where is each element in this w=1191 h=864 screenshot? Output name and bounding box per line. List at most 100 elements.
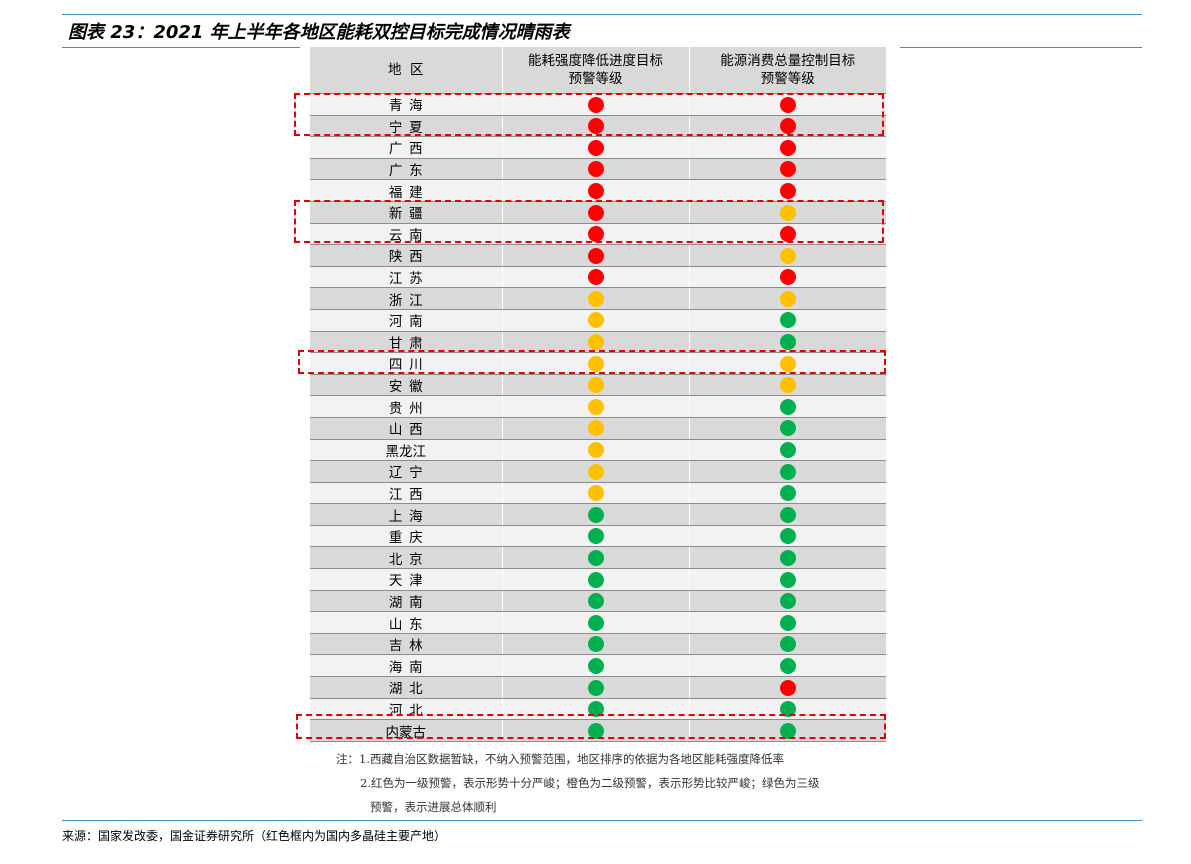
region-name: 安徽 <box>388 379 430 396</box>
warning-dot-orange <box>587 463 604 480</box>
warning-dot-orange <box>587 442 604 459</box>
warning-dot-orange <box>779 377 796 394</box>
warning-dot-orange <box>587 312 604 329</box>
intensity-level-cell <box>501 568 689 591</box>
region-name: 黑龙江 <box>385 443 427 460</box>
intensity-level-cell <box>501 244 689 267</box>
source-footer: 来源：国家发改委，国金证券研究所（红色框内为国内多晶硅主要产地） <box>62 820 1142 844</box>
warning-dot-green <box>779 506 796 523</box>
figure: 地 区 能耗强度降低进度目标 预警等级 能源消费总量控制目标 预警等级 青海 宁夏… <box>300 47 900 817</box>
region-name: 广东 <box>388 163 430 180</box>
table-row: 陕西 <box>310 244 886 267</box>
total-level-cell <box>688 525 886 548</box>
region-cell: 辽宁 <box>310 460 502 483</box>
total-level-cell <box>688 482 886 505</box>
warning-dot-green <box>587 528 604 545</box>
region-cell: 山西 <box>310 417 502 440</box>
warning-dot-red <box>779 269 796 286</box>
region-cell: 贵州 <box>310 395 502 418</box>
warning-dot-green <box>587 657 604 674</box>
total-level-cell <box>688 374 886 397</box>
table-row: 山东 <box>310 611 886 634</box>
warning-dot-green <box>587 614 604 631</box>
total-level-cell <box>688 503 886 526</box>
warning-dot-green <box>779 420 796 437</box>
intensity-level-cell <box>501 266 689 289</box>
table-wrapper: 地 区 能耗强度降低进度目标 预警等级 能源消费总量控制目标 预警等级 青海 宁夏… <box>310 47 886 742</box>
table-header-row: 地 区 能耗强度降低进度目标 预警等级 能源消费总量控制目标 预警等级 <box>310 47 886 94</box>
region-cell: 河南 <box>310 309 502 332</box>
region-cell: 浙江 <box>310 287 502 310</box>
total-level-cell <box>688 546 886 570</box>
note-line-2: 2.红色为一级预警，表示形势十分严峻；橙色为二级预警，表示形势比较严峻；绿色为三… <box>360 776 820 790</box>
table-row: 湖北 <box>310 676 886 699</box>
table-row: 吉林 <box>310 633 886 656</box>
total-level-cell <box>688 460 886 483</box>
warning-dot-red <box>779 679 796 696</box>
warning-dot-green <box>779 636 796 653</box>
intensity-level-cell <box>501 482 689 505</box>
region-name: 海南 <box>388 659 430 676</box>
warning-dot-red <box>587 247 604 264</box>
highlight-box-qinghai-ningxia <box>294 93 884 136</box>
region-cell: 湖北 <box>310 676 502 699</box>
header-region-label: 地 区 <box>387 62 424 78</box>
intensity-level-cell <box>501 179 689 202</box>
header-intensity-line1: 能耗强度降低进度目标 <box>528 53 663 69</box>
warning-dot-green <box>779 398 796 415</box>
region-name: 山东 <box>388 616 430 633</box>
header-total: 能源消费总量控制目标 预警等级 <box>688 47 886 94</box>
warning-dot-green <box>779 657 796 674</box>
table-row: 河南 <box>310 309 886 332</box>
intensity-level-cell <box>501 158 689 181</box>
warning-dot-orange <box>779 247 796 264</box>
table-row: 安徽 <box>310 374 886 397</box>
intensity-level-cell <box>501 633 689 656</box>
warning-dot-green <box>779 614 796 631</box>
region-cell: 江西 <box>310 482 502 505</box>
region-name: 福建 <box>388 184 430 201</box>
highlight-box-sichuan <box>298 350 886 374</box>
total-level-cell <box>688 633 886 656</box>
table-row: 江西 <box>310 482 886 505</box>
warning-dot-green <box>587 679 604 696</box>
intensity-level-cell <box>501 417 689 440</box>
table-row: 北京 <box>310 546 886 570</box>
region-name: 湖南 <box>388 594 430 611</box>
table-row: 黑龙江 <box>310 439 886 462</box>
intensity-level-cell <box>501 590 689 613</box>
intensity-level-cell <box>501 374 689 397</box>
region-name: 陕西 <box>388 249 430 266</box>
region-name: 江西 <box>388 486 430 503</box>
total-level-cell <box>688 568 886 591</box>
intensity-level-cell <box>501 439 689 462</box>
region-name: 山西 <box>388 422 430 439</box>
header-region: 地 区 <box>310 47 502 94</box>
warning-dot-green <box>587 571 604 588</box>
intensity-level-cell <box>501 395 689 418</box>
warning-dot-green <box>779 571 796 588</box>
intensity-level-cell <box>501 676 689 699</box>
total-level-cell <box>688 654 886 678</box>
intensity-level-cell <box>501 287 689 310</box>
region-cell: 陕西 <box>310 244 502 267</box>
figure-title: 图表 23：2021 年上半年各地区能耗双控目标完成情况晴雨表 <box>68 22 570 43</box>
note-line-1: 注：1.西藏自治区数据暂缺，不纳入预警范围，地区排序的依据为各地区能耗强度降低率 <box>336 752 784 766</box>
header-intensity-line2: 预警等级 <box>568 71 623 87</box>
region-name: 上海 <box>388 508 430 525</box>
highlight-box-xinjiang-yunnan <box>294 200 884 243</box>
region-cell: 重庆 <box>310 525 502 548</box>
region-name: 辽宁 <box>388 465 430 482</box>
warning-dot-red <box>779 139 796 156</box>
warning-dot-orange <box>587 377 604 394</box>
total-level-cell <box>688 266 886 289</box>
region-name: 浙江 <box>388 292 430 309</box>
warning-dot-green <box>779 463 796 480</box>
table-row: 湖南 <box>310 590 886 613</box>
table-row: 重庆 <box>310 525 886 548</box>
region-cell: 湖南 <box>310 590 502 613</box>
warning-dot-orange <box>587 485 604 502</box>
warning-table: 地 区 能耗强度降低进度目标 预警等级 能源消费总量控制目标 预警等级 青海 宁夏… <box>310 47 886 742</box>
intensity-level-cell <box>501 525 689 548</box>
header-total-line1: 能源消费总量控制目标 <box>720 53 856 69</box>
